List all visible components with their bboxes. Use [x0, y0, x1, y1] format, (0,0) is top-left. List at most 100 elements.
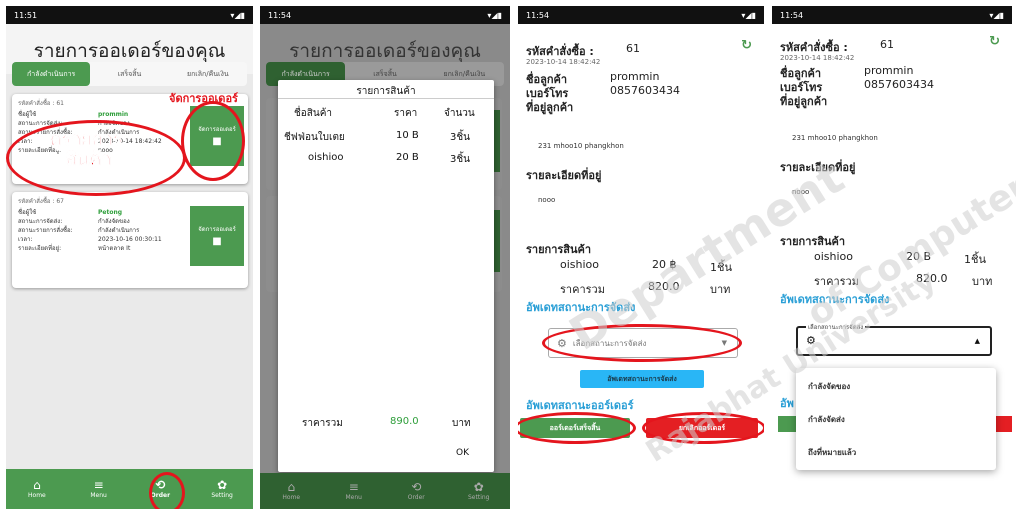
nav-setting[interactable]: ✿ Setting — [202, 478, 242, 500]
status-bar: 11:54 ▾◢▮ — [518, 6, 764, 24]
signal-battery-icon: ▾◢▮ — [230, 10, 245, 20]
dropdown-option[interactable]: กำลังจัดส่ง — [808, 413, 845, 426]
dropdown-option[interactable]: กำลังจัดของ — [808, 380, 850, 393]
history-icon: ⟲ — [411, 480, 422, 494]
gear-icon: ✿ — [217, 478, 228, 492]
dropdown-option[interactable]: ถึงที่หมายแล้ว — [808, 446, 856, 459]
bottom-nav: ⌂ Home ≡ Menu ⟲ Order ✿ Setting — [6, 469, 253, 509]
shipping-status: กำลังจัดของ — [98, 218, 130, 225]
gear-icon: ✿ — [473, 480, 484, 494]
nav-menu-label: Menu — [90, 492, 107, 499]
order-date: 2023-10-14 18:42:42 — [780, 54, 855, 62]
order-status-label: สถานะรายการสั่งซื้อ: — [18, 227, 73, 234]
name-label: ชื่อผู้ใช้ — [18, 209, 37, 216]
home-icon: ⌂ — [287, 480, 296, 494]
address-detail: nooo — [538, 196, 556, 204]
item-qty: 3ชิ้น — [450, 154, 470, 165]
signal-battery-icon: ▾◢▮ — [487, 10, 502, 20]
order-time: 2023-10-16 00:30:11 — [98, 236, 162, 243]
col-name: ชื่อสินค้า — [294, 108, 333, 119]
address-label: ที่อยู่ลูกค้า — [526, 101, 574, 114]
refresh-icon[interactable]: ↻ — [741, 38, 752, 53]
signal-battery-icon: ▾◢▮ — [741, 10, 756, 20]
address-label: รายละเอียดที่อยู่: — [18, 245, 62, 252]
shipping-status-label: สถานะการจัดส่ง: — [18, 218, 63, 225]
item-name: oishioo — [814, 250, 854, 263]
nav-setting[interactable]: ✿ Setting — [459, 480, 499, 502]
order-id: 61 — [626, 42, 640, 55]
annotation-view-items-2: สินค้า — [66, 149, 112, 171]
address-detail-label: รายละเอียดที่อยู่ — [526, 169, 602, 182]
nav-menu[interactable]: ≡ Menu — [79, 478, 119, 500]
order-id: 61 — [880, 38, 894, 51]
signal-battery-icon: ▾◢▮ — [989, 10, 1004, 20]
dialog-title: รายการสินค้า — [356, 86, 416, 97]
col-qty: จำนวน — [444, 108, 475, 119]
phone-number: 0857603434 — [610, 84, 680, 97]
nav-home-label: Home — [282, 494, 301, 501]
order-date: 2023-10-14 18:42:42 — [526, 58, 601, 66]
status-time: 11:51 — [14, 10, 38, 20]
status-bar: 11:54 ▾◢▮ — [772, 6, 1012, 24]
nav-home[interactable]: ⌂ Home — [17, 478, 57, 500]
status-bar: 11:54 ▾◢▮ — [260, 6, 510, 24]
ok-button[interactable]: OK — [456, 448, 469, 458]
order-id: รหัสคำสั่งซื้อ : 61 — [18, 100, 64, 107]
refresh-icon[interactable]: ↻ — [989, 34, 1000, 49]
nav-home[interactable]: ⌂ Home — [271, 480, 311, 502]
nav-order-label: Order — [407, 494, 425, 501]
address-detail: หน้าตลาด It — [98, 245, 131, 252]
total-label: ราคารวม — [302, 418, 343, 429]
annotation-ellipse-complete — [518, 412, 636, 444]
order-card[interactable]: รหัสคำสั่งซื้อ : 67 ชื่อผู้ใช้ Petong สถ… — [12, 192, 248, 288]
annotation-circle-manage — [181, 101, 245, 181]
tab-in-progress[interactable]: กำลังดำเนินการ — [12, 62, 91, 86]
customer-name: prommin — [98, 111, 129, 118]
tab-cancelled[interactable]: ยกเลิก/คืนเงิน — [169, 62, 247, 86]
customer-name: Petong — [98, 209, 123, 216]
nav-menu-label: Menu — [345, 494, 362, 501]
item-name: oishioo — [560, 258, 600, 271]
divider — [278, 98, 494, 99]
list-icon: ≡ — [348, 480, 359, 494]
nav-setting-label: Setting — [468, 494, 490, 501]
update-shipping-button[interactable]: อัพเดทสถานะการจัดส่ง — [580, 370, 704, 388]
items-label: รายการสินค้า — [526, 243, 592, 256]
annotation-circle-order-nav — [149, 472, 185, 509]
complete-order-button[interactable] — [778, 416, 798, 432]
status-bar: 11:51 ▾◢▮ — [6, 6, 253, 24]
item-name: ชีฟฟ่อนใบเตย — [284, 132, 345, 143]
item-qty: 1ชิ้น — [964, 253, 986, 266]
status-time: 11:54 — [268, 10, 292, 20]
cancel-order-button[interactable] — [994, 416, 1012, 432]
total-unit: บาท — [972, 275, 993, 288]
bottom-nav: ⌂ Home ≡ Menu ⟲ Order ✿ Setting — [260, 473, 510, 509]
status-time: 11:54 — [780, 10, 804, 20]
total-unit: บาท — [452, 418, 471, 429]
list-icon: ≡ — [93, 478, 104, 492]
home-icon: ⌂ — [33, 478, 41, 492]
nav-menu[interactable]: ≡ Menu — [334, 480, 374, 502]
nav-order[interactable]: ⟲ Order — [396, 480, 436, 502]
manage-order-button[interactable]: จัดการออเดอร์ ■ — [190, 206, 244, 266]
customer-address: 231 mhoo10 phangkhon — [538, 142, 624, 150]
customer-name: prommin — [864, 64, 914, 77]
item-price: 10 B — [396, 130, 419, 141]
customer-address: 231 mhoo10 phangkhon — [792, 134, 878, 142]
name-label: ชื่อผู้ใช้ — [18, 111, 37, 118]
nav-home-label: Home — [28, 492, 46, 499]
order-id: รหัสคำสั่งซื้อ : 67 — [18, 198, 64, 205]
col-price: ราคา — [394, 108, 418, 119]
status-time: 11:54 — [526, 10, 550, 20]
items-dialog: รายการสินค้า ชื่อสินค้า ราคา จำนวน ชีฟฟ่… — [278, 80, 494, 472]
dropdown-arrow-icon: ▲ — [974, 337, 980, 345]
item-price: 20 B — [396, 152, 419, 163]
item-name: oishioo — [308, 152, 344, 163]
order-status: กำลังดำเนินการ — [98, 227, 140, 234]
dropdown-menu: กำลังจัดของ กำลังจัดส่ง ถึงที่หมายแล้ว — [796, 368, 996, 470]
item-qty: 3ชิ้น — [450, 132, 470, 143]
update-order-label: อัพ — [780, 397, 794, 410]
screen-order-list: 11:51 ▾◢▮ รายการออเดอร์ของคุณ กำลังดำเนิ… — [6, 6, 253, 509]
customer-name: prommin — [610, 70, 660, 83]
tab-completed[interactable]: เสร็จสิ้น — [90, 62, 168, 86]
